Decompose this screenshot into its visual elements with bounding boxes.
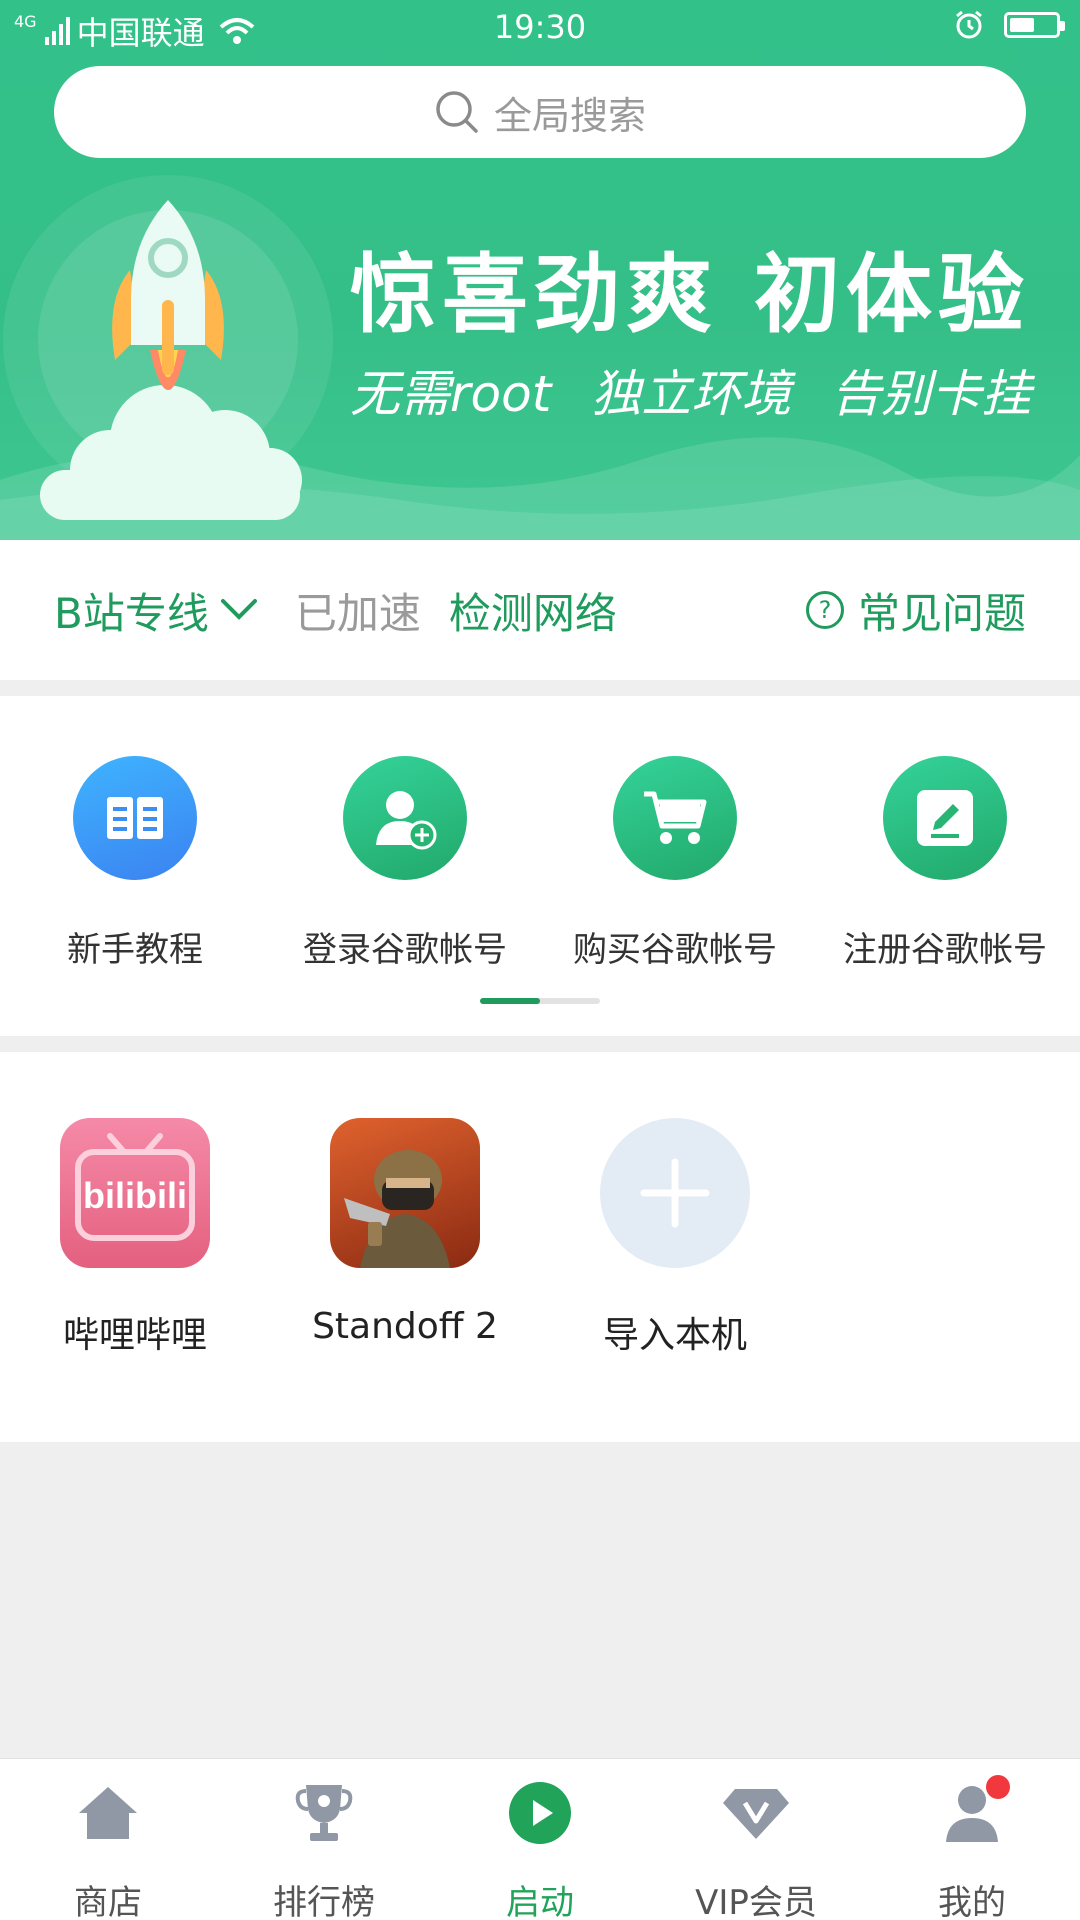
app-name: 导入本机 (602, 1315, 747, 1356)
nav-label: 我的 (938, 1883, 1006, 1920)
plus-icon (600, 1118, 750, 1268)
shortcut-register-google[interactable]: 注册谷歌帐号 (810, 756, 1080, 971)
chevron-down-icon (220, 599, 257, 620)
detect-network-button[interactable]: 检测网络 (449, 580, 617, 641)
bilibili-app-icon: bilibili (60, 1118, 210, 1268)
play-icon (500, 1773, 580, 1853)
line-selector[interactable]: B站专线 (54, 580, 259, 641)
profile-icon (932, 1773, 1012, 1853)
app-standoff2[interactable]: Standoff 2 (270, 1118, 540, 1347)
line-name: B站专线 (54, 588, 209, 638)
shortcut-label: 购买谷歌帐号 (573, 930, 777, 970)
banner-title: 惊喜劲爽 初体验 (350, 245, 1030, 345)
status-time: 19:30 (493, 8, 587, 46)
shortcut-login-google[interactable]: 登录谷歌帐号 (270, 756, 540, 971)
status-right (954, 10, 1065, 40)
nav-label: VIP会员 (695, 1883, 817, 1920)
search-icon (436, 91, 478, 133)
app-bilibili[interactable]: bilibili 哔哩哔哩 (0, 1118, 270, 1358)
alarm-icon (956, 10, 982, 39)
app-name: Standoff 2 (312, 1306, 498, 1347)
network-row: B站专线 已加速 检测网络 ? 常见问题 (0, 540, 1080, 680)
nav-me[interactable]: 我的 (864, 1773, 1080, 1920)
app-name: 哔哩哔哩 (62, 1315, 207, 1356)
nav-label: 排行榜 (273, 1883, 375, 1920)
page-indicator-active (480, 998, 540, 1004)
shortcut-tutorial[interactable]: 新手教程 (0, 756, 270, 971)
accel-status: 已加速 (294, 588, 421, 638)
page-indicator (480, 998, 600, 1004)
header-banner: 4G 中国联通 19:30 全局搜索 惊喜劲爽 初体验 无需root 独立环境 … (0, 0, 1080, 540)
battery-icon (1004, 12, 1065, 38)
search-placeholder: 全局搜索 (493, 93, 646, 138)
edit-icon (883, 756, 1007, 880)
bilibili-wordmark: bilibili (83, 1175, 187, 1216)
app-grid: bilibili 哔哩哔哩 Standoff 2 导入本机 (0, 1052, 1080, 1442)
trophy-icon (284, 1773, 364, 1853)
home-icon (68, 1773, 148, 1853)
nav-store[interactable]: 商店 (0, 1773, 216, 1920)
standoff2-app-icon (330, 1118, 480, 1268)
banner-subtitle: 无需root 独立环境 告别卡挂 (350, 365, 1032, 423)
shortcut-label: 登录谷歌帐号 (303, 930, 507, 970)
shortcut-panel: 新手教程 登录谷歌帐号 购买谷歌帐号 注册谷歌帐号 (0, 696, 1080, 1036)
cart-icon (613, 756, 737, 880)
book-icon (73, 756, 197, 880)
battery-level (1010, 18, 1035, 32)
nav-ranking[interactable]: 排行榜 (216, 1773, 432, 1920)
shortcut-buy-google[interactable]: 购买谷歌帐号 (540, 756, 810, 971)
shortcut-label: 注册谷歌帐号 (843, 930, 1047, 970)
user-add-icon (343, 756, 467, 880)
diamond-icon (716, 1773, 796, 1853)
faq-button[interactable]: ? 常见问题 (805, 580, 1026, 641)
app-root: 4G 中国联通 19:30 全局搜索 惊喜劲爽 初体验 无需root 独立环境 … (0, 0, 1080, 1920)
faq-label: 常见问题 (857, 588, 1026, 638)
nav-vip[interactable]: VIP会员 (648, 1773, 864, 1920)
status-bar: 4G 中国联通 19:30 (0, 0, 1080, 56)
shortcut-label: 新手教程 (67, 930, 203, 970)
nav-label: 启动 (506, 1883, 574, 1920)
notification-badge (986, 1775, 1010, 1799)
bottom-nav: 商店 排行榜 启动 VIP会员 我的 (0, 1758, 1080, 1920)
import-local-app[interactable]: 导入本机 (540, 1118, 810, 1358)
search-bar[interactable]: 全局搜索 (54, 66, 1026, 158)
nav-label: 商店 (74, 1883, 142, 1920)
nav-launch[interactable]: 启动 (432, 1773, 648, 1920)
help-icon: ? (805, 591, 844, 629)
